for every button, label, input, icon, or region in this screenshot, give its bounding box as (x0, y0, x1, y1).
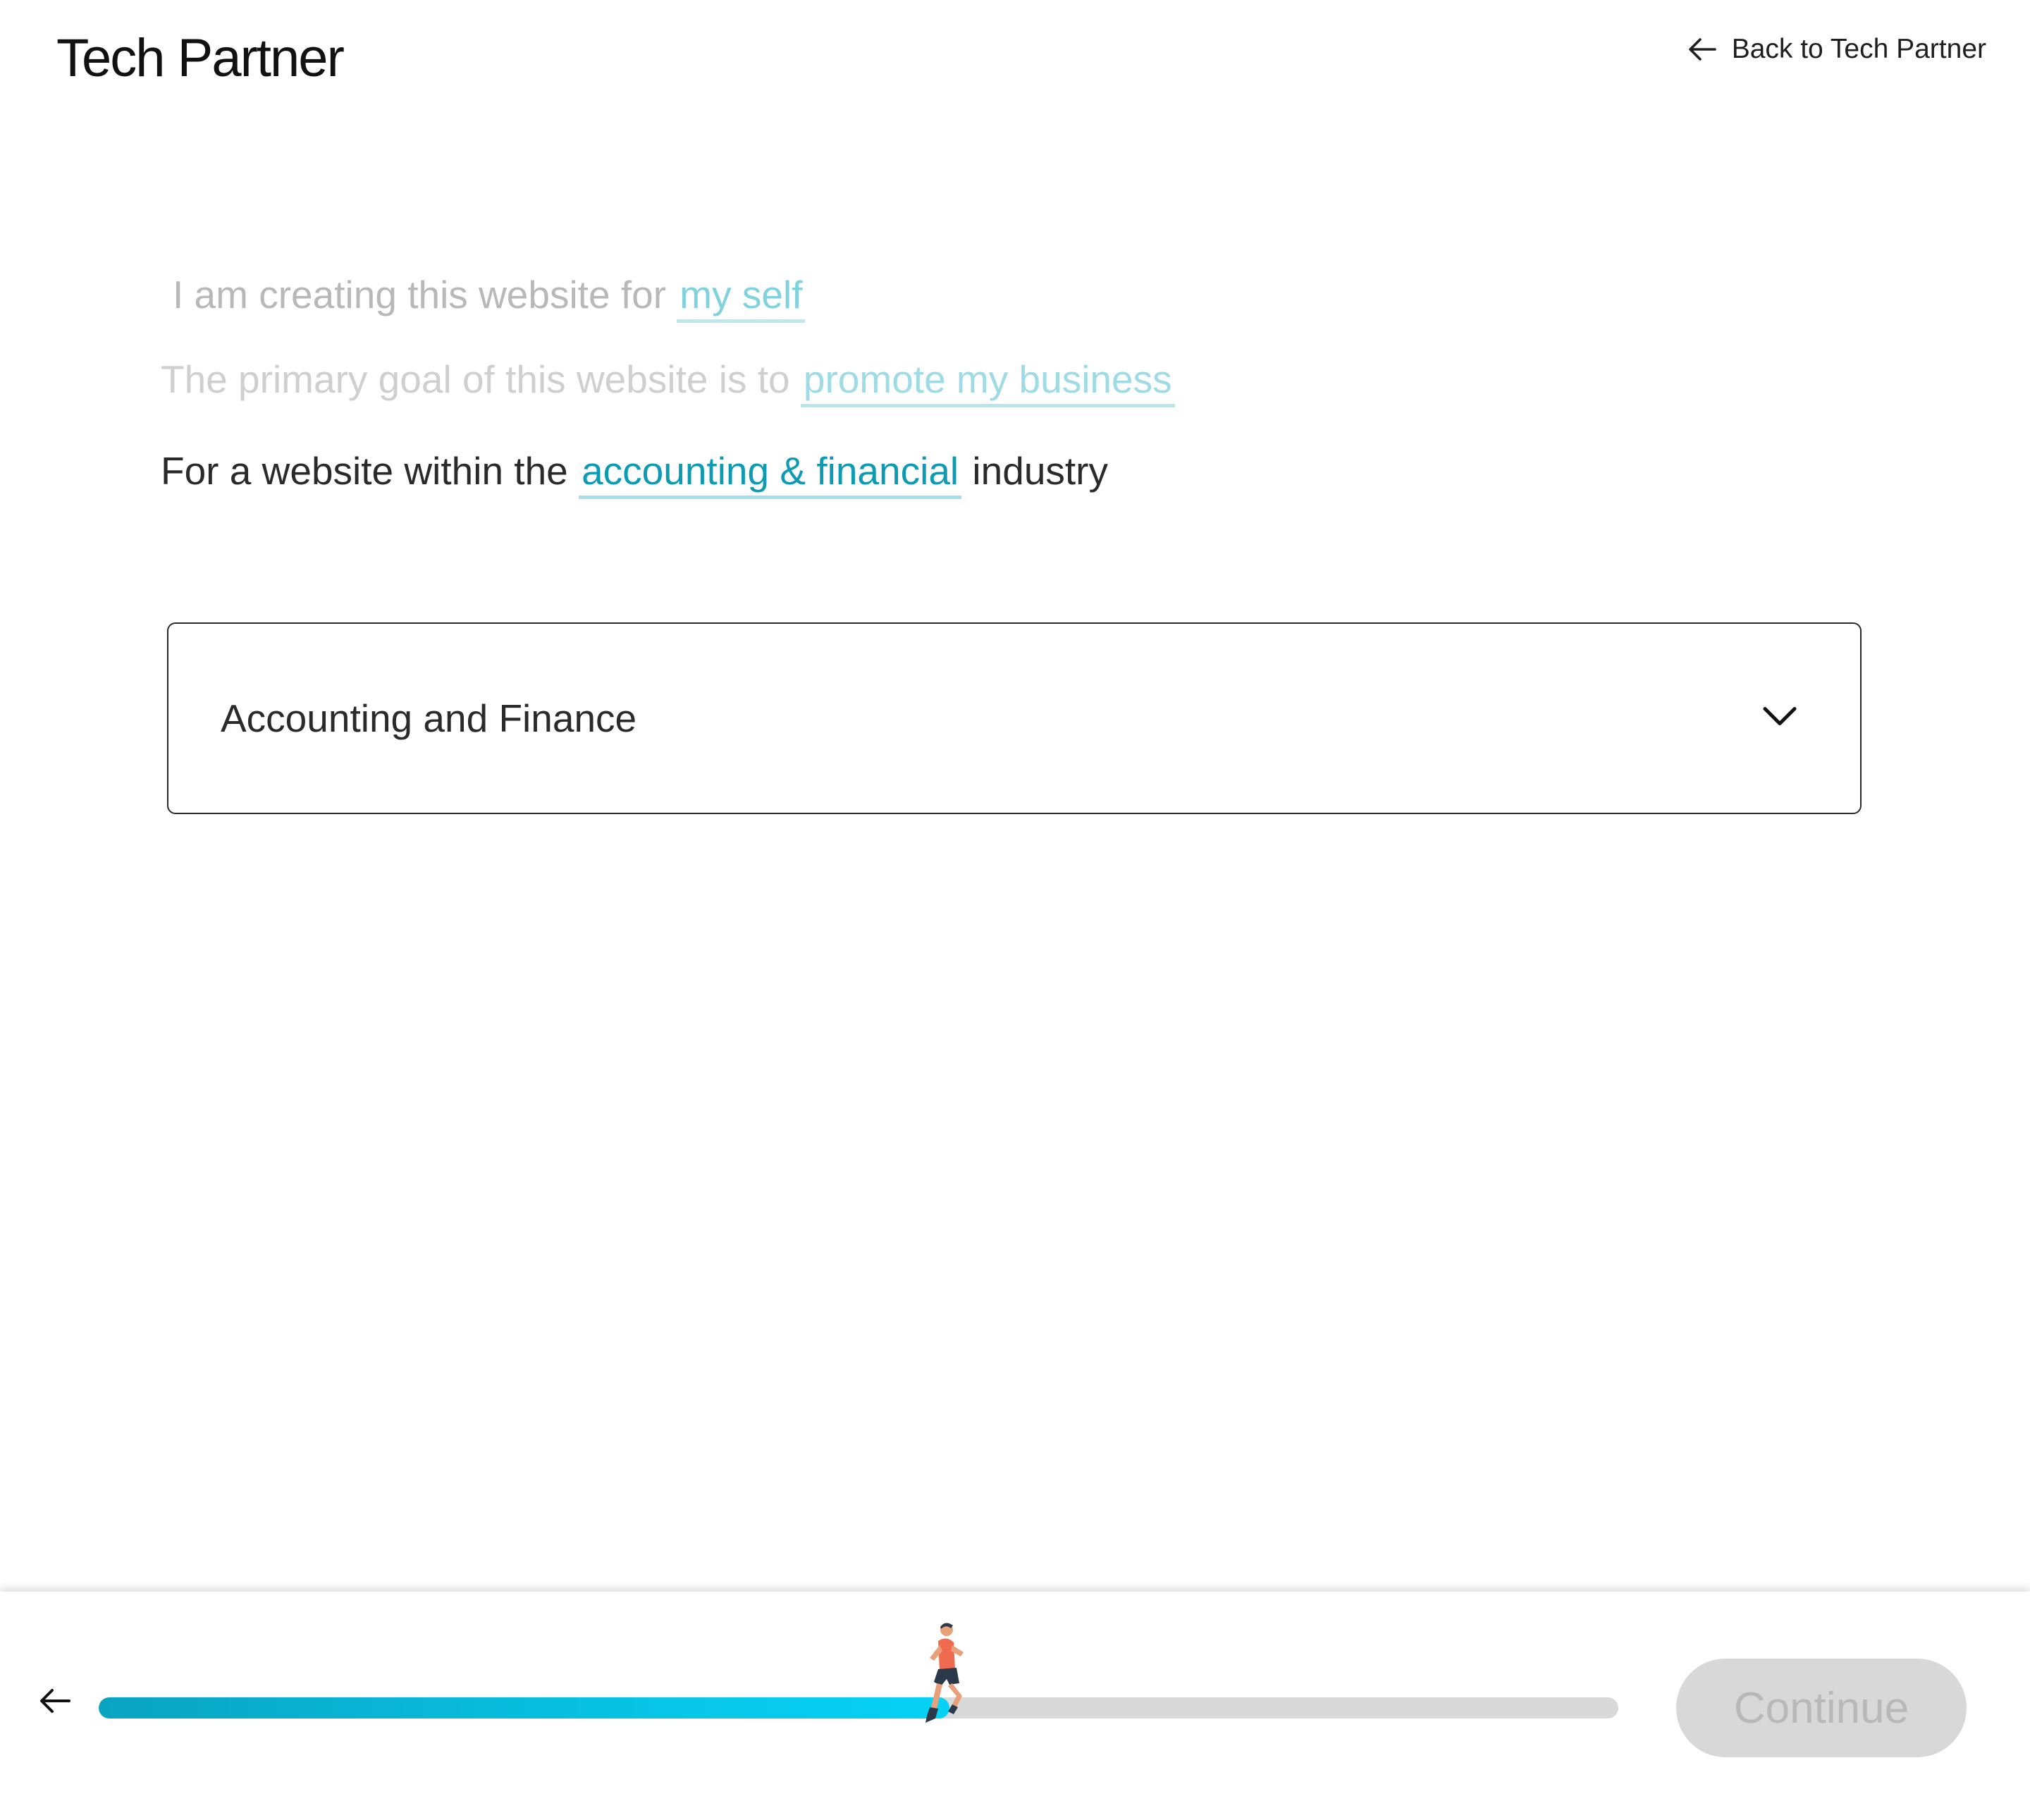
statement-suffix: industry (972, 449, 1109, 493)
answer-primary-goal[interactable]: promote my business (800, 355, 1175, 407)
continue-button[interactable]: Continue (1676, 1659, 1967, 1757)
progress-bar (99, 1697, 1618, 1718)
statement-prefix: I am creating this website for (173, 273, 667, 316)
chevron-down-icon (1763, 707, 1797, 730)
statement-industry: For a website within the accounting & fi… (161, 443, 1108, 499)
back-to-tech-partner-link[interactable]: Back to Tech Partner (1688, 28, 1986, 70)
statement-primary-goal: The primary goal of this website is to p… (161, 351, 1175, 407)
arrow-left-icon (1688, 37, 1716, 61)
logo: Tech Partner (56, 28, 345, 88)
footer-bar: Continue (0, 1592, 2030, 1820)
industry-select-value: Accounting and Finance (221, 696, 637, 740)
industry-select[interactable]: Accounting and Finance (167, 622, 1862, 814)
page: Tech Partner Back to Tech Partner I am c… (0, 0, 2030, 1820)
runner-icon (921, 1620, 971, 1729)
statement-prefix: For a website within the (161, 449, 568, 493)
progress-fill (99, 1697, 950, 1718)
answer-creating-for[interactable]: my self (677, 270, 806, 323)
back-link-label: Back to Tech Partner (1731, 34, 1986, 64)
statement-prefix: The primary goal of this website is to (161, 357, 790, 401)
answer-industry[interactable]: accounting & financial (579, 446, 962, 499)
arrow-left-icon[interactable] (39, 1688, 70, 1717)
statement-creating-for: I am creating this website for my self (173, 266, 806, 323)
